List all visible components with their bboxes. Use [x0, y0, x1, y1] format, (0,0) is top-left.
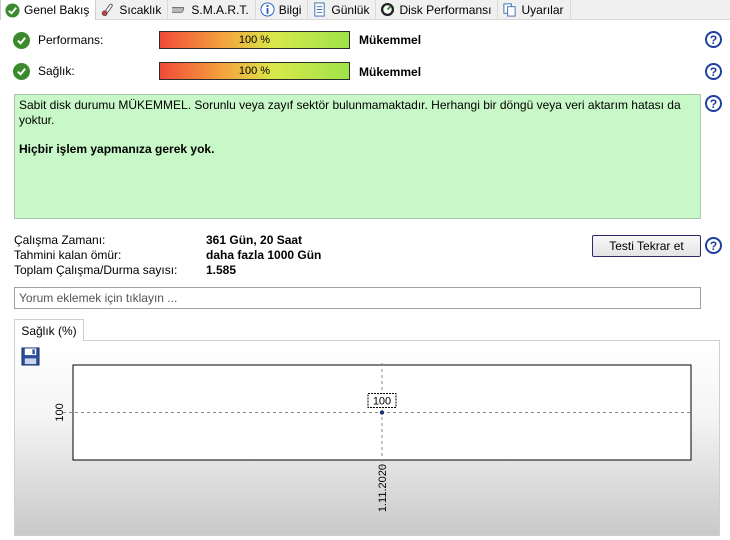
status-action: Hiçbir işlem yapmanıza gerek yok.: [19, 142, 215, 156]
comment-input[interactable]: [14, 287, 701, 309]
help-icon[interactable]: ?: [705, 95, 722, 112]
tab-label: Uyarılar: [521, 2, 564, 17]
health-bar: 100 %: [159, 62, 350, 80]
health-verdict: Mükemmel: [359, 65, 422, 79]
smart-drive-icon: [172, 2, 187, 17]
uptime-label: Çalışma Zamanı:: [14, 233, 106, 247]
tab-disk-performance[interactable]: Disk Performansı: [376, 0, 499, 19]
check-circle-icon: [5, 2, 20, 18]
data-label: 100: [373, 396, 391, 408]
start-stop-count-value: 1.585: [206, 263, 237, 277]
tab-health-chart[interactable]: Sağlık (%): [14, 319, 84, 341]
status-message: Sabit disk durumu MÜKEMMEL. Sorunlu veya…: [19, 98, 681, 127]
tab-label: S.M.A.R.T.: [191, 2, 249, 17]
tab-label: Sıcaklık: [119, 2, 162, 17]
performance-verdict: Mükemmel: [359, 33, 422, 47]
performance-label: Performans:: [38, 33, 104, 47]
data-point: [379, 410, 385, 415]
tab-info[interactable]: Bilgi: [256, 0, 309, 19]
remaining-life-value: daha fazla 1000 Gün: [206, 248, 322, 262]
tab-label: Günlük: [331, 2, 370, 17]
status-message-box: Sabit disk durumu MÜKEMMEL. Sorunlu veya…: [14, 94, 701, 219]
help-icon[interactable]: ?: [705, 237, 722, 254]
tab-smart[interactable]: S.M.A.R.T.: [168, 0, 256, 19]
tab-alerts[interactable]: Uyarılar: [498, 0, 571, 19]
tab-label: Genel Bakış: [24, 3, 90, 17]
tab-temperature[interactable]: Sıcaklık: [96, 0, 169, 19]
speedometer-icon: [380, 2, 395, 17]
help-icon[interactable]: ?: [705, 63, 722, 80]
info-icon: [260, 2, 275, 17]
health-value: 100 %: [238, 65, 271, 77]
health-chart-panel: 100 1.11.2020 100: [14, 340, 720, 536]
x-tick-label: 1.11.2020: [377, 464, 389, 512]
copy-alerts-icon: [502, 2, 517, 17]
tab-log[interactable]: Günlük: [308, 0, 377, 19]
uptime-value: 361 Gün, 20 Saat: [206, 233, 303, 247]
health-label: Sağlık:: [38, 64, 75, 78]
start-stop-count-label: Toplam Çalışma/Durma sayısı:: [14, 263, 178, 277]
check-circle-icon: [13, 31, 30, 49]
tab-bar: Genel Bakış Sıcaklık S.M.A.R.T. Bilgi Gü…: [0, 0, 730, 20]
health-chart: 100 1.11.2020 100: [54, 363, 692, 512]
tab-label: Disk Performansı: [399, 2, 492, 17]
tab-label: Bilgi: [278, 2, 302, 17]
remaining-life-label: Tahmini kalan ömür:: [14, 248, 122, 262]
tab-overview[interactable]: Genel Bakış: [0, 0, 97, 20]
help-icon[interactable]: ?: [705, 31, 722, 48]
y-tick-label: 100: [54, 403, 66, 421]
health-row: Sağlık:: [13, 60, 158, 82]
retest-button[interactable]: Testi Tekrar et: [592, 235, 701, 257]
log-document-icon: [312, 2, 327, 17]
thermometer-icon: [100, 2, 115, 17]
check-circle-icon: [13, 62, 30, 80]
tab-label: Sağlık (%): [21, 323, 77, 338]
performance-row: Performans:: [13, 29, 158, 51]
performance-bar: 100 %: [159, 31, 350, 49]
performance-value: 100 %: [238, 34, 271, 46]
